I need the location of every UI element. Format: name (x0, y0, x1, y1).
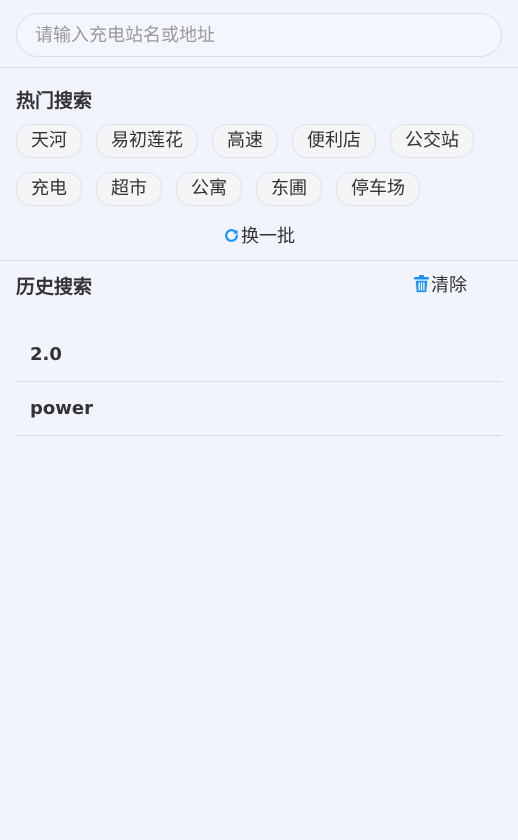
tag-row: 充电 超市 公寓 东圃 停车场 (16, 172, 506, 206)
hot-tag[interactable]: 高速 (212, 124, 278, 158)
hot-tag[interactable]: 停车场 (336, 172, 420, 206)
history-item[interactable]: power (16, 382, 502, 436)
hot-tag[interactable]: 东圃 (256, 172, 322, 206)
search-box[interactable] (16, 13, 502, 57)
divider (0, 67, 518, 68)
trash-icon (413, 275, 430, 293)
refresh-icon (223, 227, 240, 244)
hot-tag[interactable]: 超市 (96, 172, 162, 206)
hot-tag[interactable]: 便利店 (292, 124, 376, 158)
history-list: 2.0 power (16, 328, 502, 436)
hot-search-tags: 天河 易初莲花 高速 便利店 公交站 充电 超市 公寓 东圃 停车场 (16, 124, 506, 220)
refresh-label: 换一批 (241, 226, 295, 247)
history-item[interactable]: 2.0 (16, 328, 502, 382)
divider (0, 260, 518, 261)
hot-tag[interactable]: 易初莲花 (96, 124, 198, 158)
clear-history-button[interactable]: 清除 (413, 271, 467, 297)
refresh-button[interactable]: 换一批 (223, 222, 295, 248)
hot-tag[interactable]: 公交站 (390, 124, 474, 158)
search-input[interactable] (16, 13, 502, 57)
hot-search-title: 热门搜索 (16, 90, 93, 112)
clear-label: 清除 (431, 275, 467, 296)
hot-tag[interactable]: 充电 (16, 172, 82, 206)
hot-tag[interactable]: 公寓 (176, 172, 242, 206)
history-search-title: 历史搜索 (16, 276, 93, 298)
hot-tag[interactable]: 天河 (16, 124, 82, 158)
tag-row: 天河 易初莲花 高速 便利店 公交站 (16, 124, 506, 158)
